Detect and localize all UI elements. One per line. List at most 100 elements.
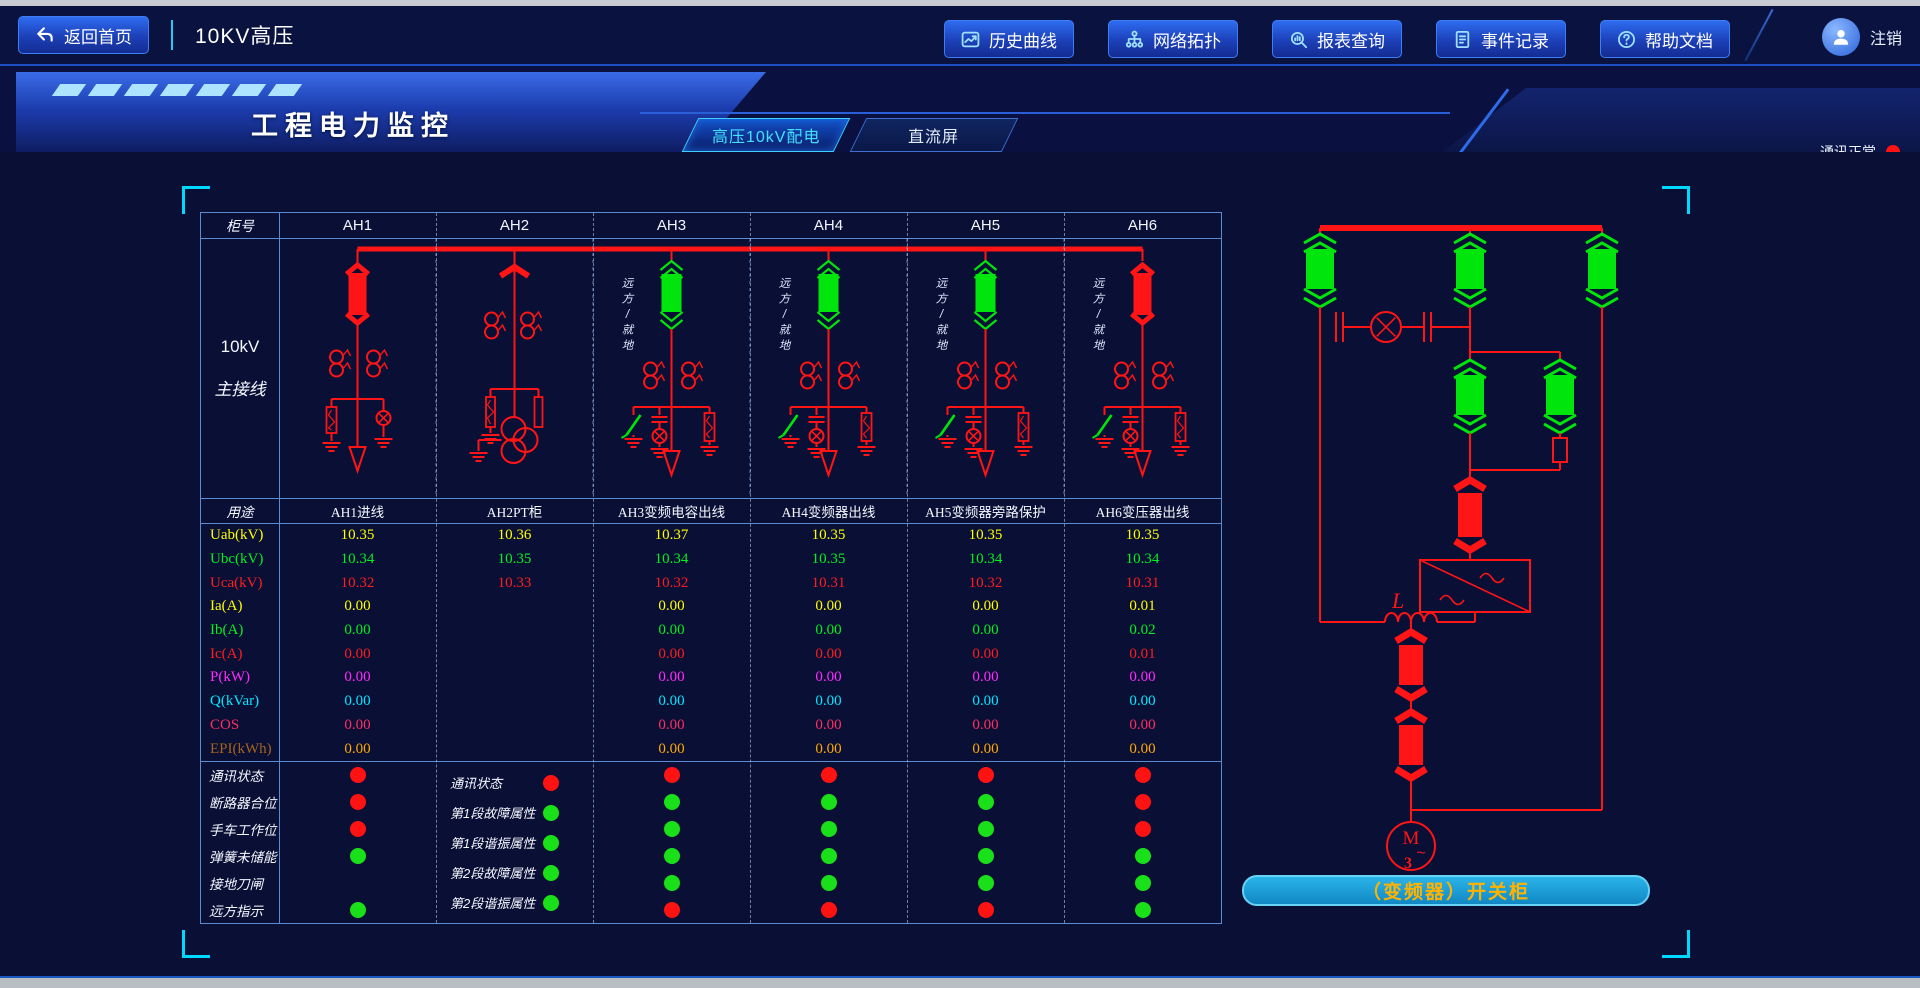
corner-bracket-bottom-right xyxy=(1662,930,1690,958)
measurement-value: 0.00 xyxy=(593,619,750,643)
measurement-value: 0.00 xyxy=(1064,666,1221,690)
ah2-status-label: 通讯状态 xyxy=(450,773,502,792)
svg-text:方: 方 xyxy=(779,293,792,306)
ah2-status-row: 第2段谐振属性 xyxy=(450,893,559,912)
user-avatar[interactable] xyxy=(1822,18,1860,56)
nav-button-2[interactable]: 网络拓扑 xyxy=(1108,20,1238,58)
cabinet-diagram-AH4[interactable]: 远方/就地 xyxy=(779,249,876,475)
status-indicator-green xyxy=(1135,902,1151,918)
cabinet-diagram-AH2[interactable] xyxy=(470,249,543,463)
vfd-circuit[interactable]: LM~3 xyxy=(1304,228,1618,872)
status-indicator-green xyxy=(978,848,994,864)
measurement-value: 0.00 xyxy=(750,690,907,714)
status-label: 接地刀闸 xyxy=(201,870,279,897)
corner-bracket-bottom-left xyxy=(182,930,210,958)
measurement-value: 0.00 xyxy=(907,714,1064,738)
status-indicator-red xyxy=(543,775,559,791)
status-indicator-cell xyxy=(750,816,907,843)
status-indicator-cell xyxy=(279,762,436,789)
cabinet-diagram-AH5[interactable]: 远方/就地 xyxy=(936,249,1033,475)
status-indicator-cell xyxy=(907,789,1064,816)
status-indicator-green xyxy=(664,794,680,810)
tab-高压10kV配电[interactable]: 高压10kV配电 xyxy=(682,118,851,152)
status-indicator-cell xyxy=(1064,762,1221,789)
cabinet-diagram-AH3[interactable]: 远方/就地 xyxy=(622,249,719,475)
status-indicator-green xyxy=(978,875,994,891)
status-indicator-cell xyxy=(1064,897,1221,924)
measurement-value: 0.00 xyxy=(907,737,1064,761)
nav-button-label: 帮助文档 xyxy=(1645,27,1713,52)
measurement-value xyxy=(436,714,593,738)
measurement-value xyxy=(436,737,593,761)
cabinet-diagram-AH6[interactable]: 远方/就地 xyxy=(1093,249,1190,475)
svg-text:地: 地 xyxy=(936,339,949,352)
ah2-status-block: 通讯状态第1段故障属性第1段谐振属性第2段故障属性第2段谐振属性 xyxy=(436,762,593,924)
measurement-value xyxy=(436,690,593,714)
measurement-value: 0.00 xyxy=(593,642,750,666)
ah2-status-label: 第1段故障属性 xyxy=(450,803,535,822)
purpose-header: 用途 xyxy=(201,499,279,523)
status-indicator-cell xyxy=(279,816,436,843)
measurement-value: 0.00 xyxy=(1064,737,1221,761)
status-grid: 通讯状态断路器合位手车工作位弹簧未储能接地刀闸远方指示通讯状态第1段故障属性第1… xyxy=(201,761,1221,923)
table-header-row: 柜号 AH1AH2AH3AH4AH5AH6 xyxy=(201,213,1221,239)
measurement-value: 0.00 xyxy=(279,595,436,619)
cabinet-one-line-diagram[interactable]: 远方/就地远方/就地远方/就地远方/就地 xyxy=(279,239,1221,498)
measurement-value: 0.00 xyxy=(750,619,907,643)
logout-button[interactable]: 注销 xyxy=(1870,25,1902,49)
svg-text:地: 地 xyxy=(1093,339,1106,352)
measurement-value xyxy=(436,666,593,690)
hazard-stripe xyxy=(196,84,230,96)
vfd-one-line-diagram[interactable]: LM~3 xyxy=(1240,212,1660,912)
status-indicator-cell xyxy=(907,843,1064,870)
topology-icon xyxy=(1125,30,1144,49)
nav-button-3[interactable]: 报表查询 xyxy=(1272,20,1402,58)
measurement-value: 0.00 xyxy=(750,714,907,738)
purpose-row: 用途 AH1进线AH2PT柜AH3变频电容出线AH4变频器出线AH5变频器旁路保… xyxy=(201,498,1221,524)
status-indicator-cell xyxy=(750,843,907,870)
status-indicator-green xyxy=(821,875,837,891)
status-indicator-red xyxy=(821,902,837,918)
measurement-value xyxy=(436,642,593,666)
hazard-stripe xyxy=(52,84,86,96)
svg-text:就: 就 xyxy=(936,324,949,337)
purpose-cell: AH3变频电容出线 xyxy=(593,499,750,523)
measurement-value: 0.00 xyxy=(279,666,436,690)
measurement-value: 0.00 xyxy=(907,595,1064,619)
cabinet-diagram-AH1[interactable] xyxy=(323,249,393,471)
svg-text:就: 就 xyxy=(622,324,635,337)
status-label: 手车工作位 xyxy=(201,816,279,843)
measurement-value: 10.35 xyxy=(279,524,436,548)
measurement-value: 10.31 xyxy=(750,571,907,595)
purpose-cell: AH4变频器出线 xyxy=(750,499,907,523)
measurement-value: 0.00 xyxy=(1064,690,1221,714)
nav-button-4[interactable]: 事件记录 xyxy=(1436,20,1566,58)
hazard-stripe xyxy=(160,84,194,96)
svg-text:方: 方 xyxy=(622,293,635,306)
svg-text:3: 3 xyxy=(1404,855,1412,872)
status-indicator-green xyxy=(821,794,837,810)
measurement-value: 10.35 xyxy=(750,524,907,548)
ah2-status-row: 第2段故障属性 xyxy=(450,863,559,882)
status-indicator-cell xyxy=(907,816,1064,843)
measurement-value: 0.00 xyxy=(279,642,436,666)
measurement-label: Ib(A) xyxy=(201,619,279,643)
back-home-button[interactable]: 返回首页 xyxy=(18,16,149,54)
vfd-cabinet-caption[interactable]: （变频器）开关柜 xyxy=(1242,875,1650,906)
inductor-label: L xyxy=(1391,588,1404,613)
back-arrow-icon xyxy=(35,26,55,44)
svg-text:远: 远 xyxy=(622,277,635,290)
nav-button-5[interactable]: 帮助文档 xyxy=(1600,20,1730,58)
nav-button-label: 报表查询 xyxy=(1317,27,1385,52)
measurement-value: 0.00 xyxy=(750,737,907,761)
main-bus-label: 10kV 主接线 xyxy=(201,239,279,498)
purpose-cell: AH1进线 xyxy=(279,499,436,523)
tab-直流屏[interactable]: 直流屏 xyxy=(850,118,1019,152)
ah2-status-label: 第2段谐振属性 xyxy=(450,893,535,912)
nav-button-label: 网络拓扑 xyxy=(1153,27,1221,52)
cabinet-header-AH4: AH4 xyxy=(750,213,907,238)
measurement-value: 10.36 xyxy=(436,524,593,548)
measurement-value: 0.00 xyxy=(750,595,907,619)
page-title: 10KV高压 xyxy=(195,20,294,50)
nav-button-1[interactable]: 历史曲线 xyxy=(944,20,1074,58)
